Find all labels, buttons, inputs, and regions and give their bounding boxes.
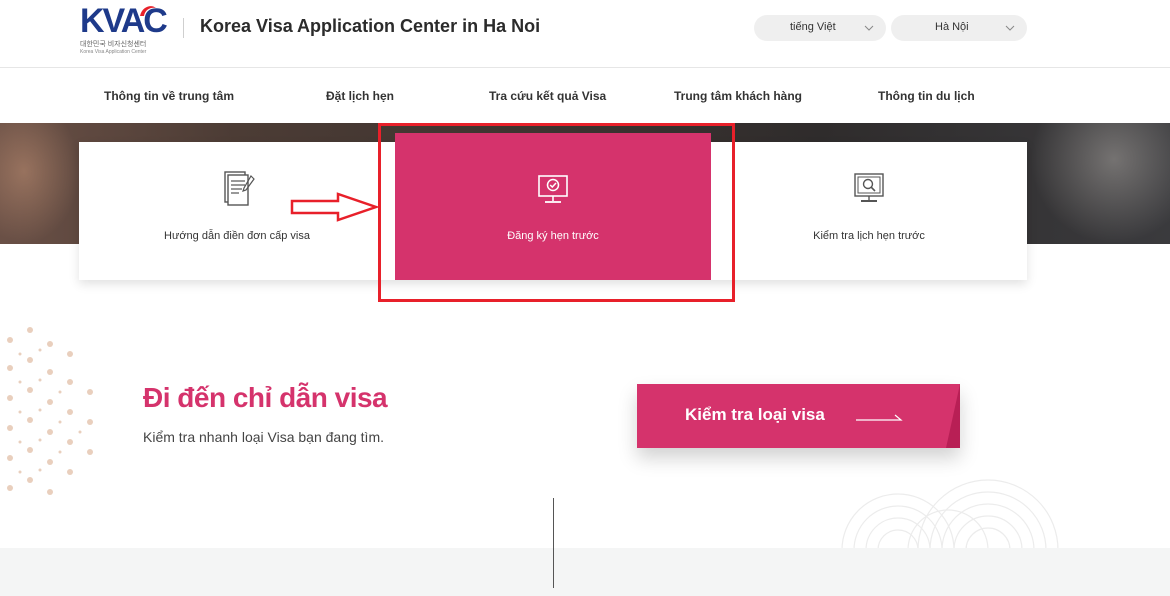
visa-guide-subtitle: Kiểm tra nhanh loại Visa bạn đang tìm. bbox=[143, 429, 385, 445]
hero-decoration bbox=[1030, 123, 1170, 244]
logo-swoosh-icon bbox=[140, 6, 156, 16]
card-check-appointment[interactable]: Kiểm tra lịch hẹn trước bbox=[711, 142, 1027, 280]
monitor-search-icon bbox=[854, 173, 884, 202]
chevron-down-icon bbox=[864, 25, 874, 31]
site-header: KVAC 대한민국 비자신청센터 Korea Visa Application … bbox=[0, 0, 1170, 68]
main-nav: Thông tin về trung tâm Đặt lịch hẹn Tra … bbox=[0, 69, 1170, 123]
document-icon bbox=[224, 171, 255, 206]
nav-item-travel-info[interactable]: Thông tin du lịch bbox=[878, 89, 975, 103]
check-visa-type-label: Kiểm tra loại visa bbox=[685, 405, 825, 424]
language-select[interactable]: tiếng Việt bbox=[754, 15, 886, 41]
nav-item-appointment[interactable]: Đặt lịch hẹn bbox=[326, 89, 394, 103]
visa-guide-title: Đi đến chỉ dẫn visa bbox=[143, 382, 388, 413]
annotation-arrow-icon bbox=[290, 192, 380, 222]
dots-pattern-decoration bbox=[7, 327, 93, 495]
city-select-value: Hà Nội bbox=[935, 21, 969, 33]
annotation-highlight-box bbox=[378, 123, 735, 302]
kvac-logo[interactable]: KVAC 대한민국 비자신청센터 Korea Visa Application … bbox=[80, 4, 170, 62]
header-divider bbox=[183, 18, 184, 38]
section-divider-line bbox=[553, 498, 554, 588]
site-title: Korea Visa Application Center in Ha Noi bbox=[200, 16, 541, 36]
check-visa-type-button[interactable]: Kiểm tra loại visa bbox=[637, 384, 960, 448]
card-form-guide-label: Hướng dẫn điền đơn cấp visa bbox=[164, 230, 310, 242]
logo-subtitle-en: Korea Visa Application Center bbox=[80, 49, 147, 55]
nav-item-center-info[interactable]: Thông tin về trung tâm bbox=[104, 89, 234, 103]
language-select-value: tiếng Việt bbox=[790, 21, 836, 33]
card-check-appointment-label: Kiểm tra lịch hẹn trước bbox=[813, 230, 925, 242]
hero-decoration bbox=[0, 123, 80, 244]
rings-decoration bbox=[841, 479, 1059, 550]
logo-subtitle-ko: 대한민국 비자신청센터 bbox=[80, 41, 147, 48]
nav-item-visa-result[interactable]: Tra cứu kết quả Visa bbox=[489, 89, 606, 103]
bottom-section-background bbox=[0, 548, 1170, 596]
nav-item-customer-center[interactable]: Trung tâm khách hàng bbox=[674, 89, 802, 103]
arrow-right-icon bbox=[856, 414, 903, 421]
button-corner-decoration bbox=[946, 384, 960, 448]
chevron-down-icon bbox=[1005, 25, 1015, 31]
city-select[interactable]: Hà Nội bbox=[891, 15, 1027, 41]
